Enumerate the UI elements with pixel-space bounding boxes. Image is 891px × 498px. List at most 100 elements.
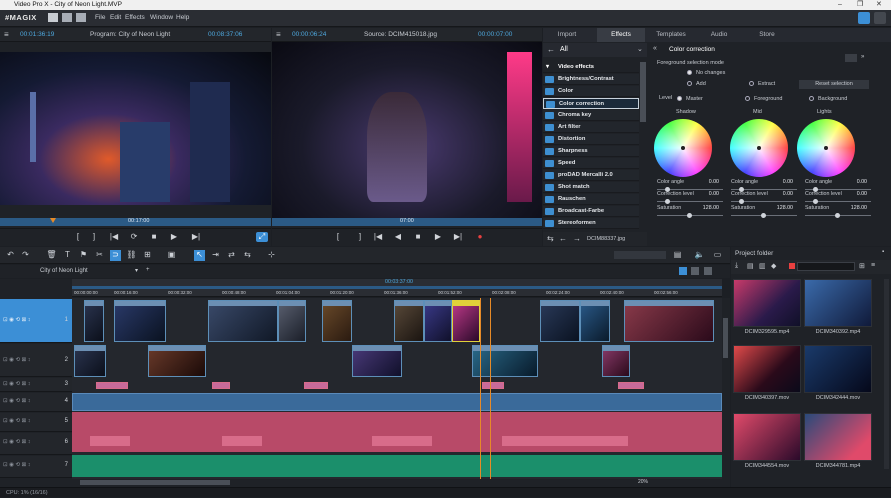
media-thumbnail[interactable] xyxy=(733,345,801,393)
source-scrub-bar[interactable]: 07:00 xyxy=(272,218,542,226)
tab-effects[interactable]: Effects xyxy=(597,28,645,42)
sat-knob[interactable] xyxy=(687,213,692,218)
save-icon[interactable] xyxy=(76,13,86,22)
add-tab-icon[interactable]: + xyxy=(146,267,150,273)
tab-import[interactable]: Import xyxy=(543,28,591,42)
grid-icon[interactable]: ⊞ xyxy=(142,250,153,261)
title-clip[interactable] xyxy=(96,382,128,389)
project-tab[interactable]: City of Neon Light xyxy=(40,268,88,274)
dropdown-button[interactable] xyxy=(845,54,857,62)
audio-clip[interactable] xyxy=(222,436,262,446)
new-file-icon[interactable] xyxy=(48,13,58,22)
mark-out-button[interactable]: ] xyxy=(88,232,100,241)
video-clip[interactable] xyxy=(84,300,104,342)
effect-item[interactable]: Distortion xyxy=(543,134,639,145)
split-icon[interactable]: ✂ xyxy=(94,250,105,261)
video-clip[interactable] xyxy=(394,300,424,342)
track-controls-icon[interactable]: ⊡ ◉ ⟲ ⊠ ↕ xyxy=(3,418,31,424)
track-header-4[interactable]: 4 ⊡ ◉ ⟲ ⊠ ↕ xyxy=(0,393,72,412)
mark-in-button[interactable]: [ xyxy=(332,232,344,241)
media-thumbnail[interactable] xyxy=(804,345,872,393)
track-controls-icon[interactable]: ⊡ ◉ ⟲ ⊠ ↕ xyxy=(3,462,31,468)
sort-icon[interactable]: ▥ xyxy=(759,262,766,270)
sat-knob[interactable] xyxy=(835,213,840,218)
shadow-color-wheel[interactable] xyxy=(654,119,712,177)
level-icon[interactable]: ▤ xyxy=(672,250,683,261)
prev-frame-button[interactable]: ◀ xyxy=(392,232,404,241)
title-clip[interactable] xyxy=(618,382,644,389)
title-clip[interactable] xyxy=(212,382,230,389)
title-clip[interactable] xyxy=(482,382,504,389)
list-view-icon[interactable]: ≡ xyxy=(871,262,875,269)
effects-scrollbar[interactable] xyxy=(640,62,646,122)
maximize-icon[interactable]: ❐ xyxy=(857,0,863,10)
audio-clip[interactable] xyxy=(90,436,130,446)
effect-item-selected[interactable]: Color correction xyxy=(543,98,639,109)
radio-add[interactable] xyxy=(687,81,692,86)
menu-help[interactable]: Help xyxy=(176,14,189,21)
video-clip[interactable] xyxy=(148,345,206,377)
track-controls-icon[interactable]: ⊡ ◉ ⟲ ⊠ ↕ xyxy=(3,398,31,404)
redo-icon[interactable]: ↷ xyxy=(20,250,31,261)
media-thumbnail[interactable] xyxy=(804,279,872,327)
effect-item[interactable]: Color xyxy=(543,86,639,97)
delete-icon[interactable]: 🗑 xyxy=(46,250,57,261)
go-to-start-button[interactable]: |◀ xyxy=(108,232,120,241)
effect-item[interactable]: Rauschen xyxy=(543,194,639,205)
effect-item[interactable]: Brightness/Contrast xyxy=(543,74,639,85)
horizontal-scrollbar[interactable] xyxy=(80,480,230,485)
undo-icon[interactable]: ↶ xyxy=(5,250,16,261)
video-clip[interactable] xyxy=(278,300,306,342)
video-clip[interactable] xyxy=(74,345,106,377)
vertical-scrollbar[interactable] xyxy=(722,298,730,479)
menu-icon[interactable]: ≡ xyxy=(276,28,281,42)
corr-knob[interactable] xyxy=(739,199,744,204)
video-clip[interactable] xyxy=(424,300,452,342)
stop-button[interactable]: ■ xyxy=(412,232,424,241)
effect-item[interactable]: Speed xyxy=(543,158,639,169)
effect-item[interactable]: proDAD Mercalli 2.0 xyxy=(543,170,639,181)
menu-file[interactable]: File xyxy=(95,14,105,21)
import-icon[interactable]: ⤓ xyxy=(735,262,738,270)
tab-templates[interactable]: Templates xyxy=(647,28,695,42)
play-button[interactable]: ▶ xyxy=(432,232,444,241)
effect-item[interactable]: Stereoformen xyxy=(543,218,639,229)
effect-item[interactable]: Art filter xyxy=(543,122,639,133)
radio-extract[interactable] xyxy=(749,81,754,86)
delete-icon[interactable] xyxy=(789,263,795,269)
track-header-2[interactable]: 2 ⊡ ◉ ⟲ ⊠ ↕ xyxy=(0,344,72,377)
back-arrow-icon[interactable]: ← xyxy=(547,45,555,54)
tab-audio[interactable]: Audio xyxy=(695,28,743,42)
video-clip[interactable] xyxy=(352,345,402,377)
radio-foreground[interactable] xyxy=(745,96,750,101)
wheel-handle[interactable] xyxy=(824,146,828,150)
forward-arrow-icon[interactable]: → xyxy=(573,234,581,243)
video-clip[interactable] xyxy=(602,345,630,377)
corr-knob[interactable] xyxy=(813,199,818,204)
corr-knob[interactable] xyxy=(665,199,670,204)
monitor-icon[interactable]: ▭ xyxy=(712,250,723,261)
open-folder-icon[interactable] xyxy=(62,13,72,22)
back-arrow-icon[interactable]: ← xyxy=(559,234,567,243)
track-header-5[interactable]: 5 ⊡ ◉ ⟲ ⊠ ↕ xyxy=(0,413,72,432)
track-header-1[interactable]: 1 ⊡ ◉ ⟲ ⊠ ↕ xyxy=(0,299,72,343)
range-tool-icon[interactable]: ⇥ xyxy=(210,250,221,261)
grid-view-icon[interactable]: ⊞ xyxy=(859,262,865,270)
program-marker[interactable] xyxy=(50,218,56,223)
slip-tool-icon[interactable]: ⇆ xyxy=(242,250,253,261)
record-button[interactable]: ● xyxy=(474,232,486,241)
reset-selection-button[interactable]: Reset selection xyxy=(799,80,869,89)
effect-item[interactable]: Broadcast-Farbe xyxy=(543,206,639,217)
tab-store[interactable]: Store xyxy=(743,28,791,42)
video-clip[interactable] xyxy=(580,300,610,342)
play-button[interactable]: ▶ xyxy=(168,232,180,241)
chevron-down-icon[interactable]: ⌄ xyxy=(637,45,643,53)
video-clip[interactable] xyxy=(472,345,538,377)
marker-icon[interactable]: ⚑ xyxy=(78,250,89,261)
media-thumbnail[interactable] xyxy=(733,413,801,461)
mixer-icon[interactable]: ⊹ xyxy=(266,250,277,261)
audio-track-7[interactable] xyxy=(72,455,722,477)
menu-icon[interactable]: ≡ xyxy=(4,28,9,42)
track-controls-icon[interactable]: ⊡ ◉ ⟲ ⊠ ↕ xyxy=(3,381,31,387)
link-icon[interactable]: ⛓ xyxy=(126,250,137,261)
